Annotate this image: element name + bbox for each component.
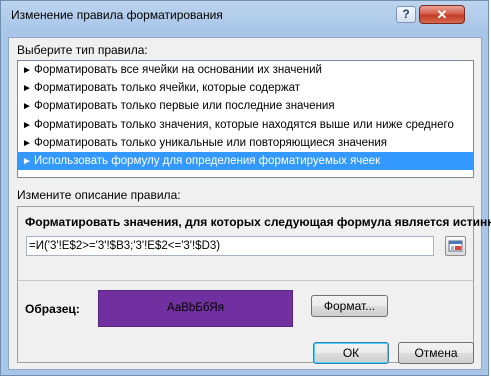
arrow-icon: ► [22, 119, 32, 131]
formula-label: Форматировать значения, для которых след… [25, 215, 491, 229]
rule-type-item[interactable]: ► Форматировать все ячейки на основании и… [18, 61, 473, 79]
formula-input[interactable]: =И('3'!E$2>='3'!$B3;'3'!E$2<='3'!$D3) [26, 236, 434, 256]
rule-type-item[interactable]: ► Форматировать только уникальные или пов… [18, 134, 473, 152]
cancel-button[interactable]: Отмена [398, 342, 474, 364]
rule-type-item-label: Форматировать только значения, которые н… [34, 118, 454, 131]
collapse-dialog-icon [448, 240, 463, 252]
format-button[interactable]: Формат... [311, 295, 388, 317]
arrow-icon: ► [22, 137, 32, 149]
description-label: Измените описание правила: [17, 188, 181, 202]
arrow-icon: ► [22, 155, 32, 167]
title-bar: Изменение правила форматирования ? ✕ [1, 1, 488, 29]
divider [18, 280, 473, 281]
rule-type-label: Выберите тип правила: [17, 43, 148, 57]
dialog-window: Изменение правила форматирования ? ✕ Выб… [0, 0, 491, 376]
rule-type-item-selected[interactable]: ► Использовать формулу для определения фо… [18, 151, 473, 171]
rule-type-item-label: Форматировать только первые или последни… [34, 100, 335, 113]
rule-type-item-label: Форматировать все ячейки на основании их… [34, 64, 322, 76]
rule-type-item-label: Форматировать только уникальные или повт… [34, 136, 387, 149]
close-button[interactable]: ✕ [419, 5, 465, 24]
rule-type-item[interactable]: ► Форматировать только значения, которые … [18, 116, 473, 134]
ok-button[interactable]: ОК [313, 342, 389, 364]
rule-type-item-label: Использовать формулу для определения фор… [34, 154, 381, 167]
arrow-icon: ► [22, 101, 32, 113]
collapse-dialog-button[interactable] [445, 236, 466, 256]
rule-type-list[interactable]: ► Форматировать все ячейки на основании и… [17, 60, 474, 178]
arrow-icon: ► [22, 65, 32, 76]
dialog-body: Выберите тип правила: ► Форматировать все… [8, 37, 491, 370]
format-preview: АаВbБбЯя [98, 290, 293, 327]
rule-description-group: Форматировать значения, для которых след… [17, 206, 491, 363]
rule-type-item[interactable]: ► Форматировать только ячейки, которые со… [18, 79, 473, 97]
arrow-icon: ► [22, 83, 32, 95]
preview-label: Образец: [25, 302, 80, 316]
rule-type-item-label: Форматировать только ячейки, которые сод… [34, 82, 300, 95]
window-title: Изменение правила форматирования [11, 8, 223, 22]
rule-type-item[interactable]: ► Форматировать только первые или последн… [18, 97, 473, 115]
help-button[interactable]: ? [396, 6, 416, 23]
